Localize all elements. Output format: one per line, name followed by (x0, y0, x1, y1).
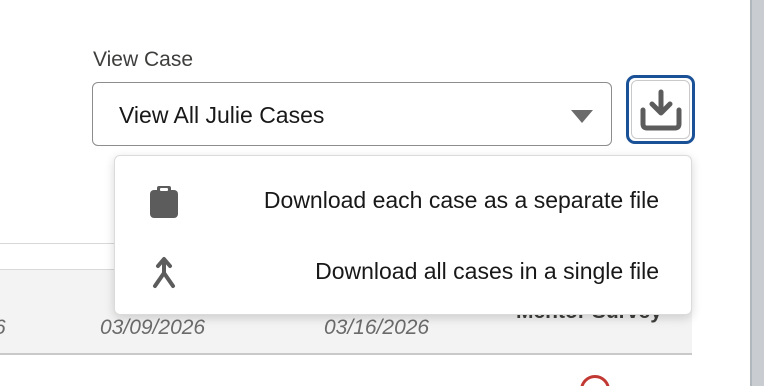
clipboard-icon (150, 186, 178, 218)
view-case-label: View Case (93, 48, 193, 71)
menu-item-label: Download each case as a separate file (263, 187, 659, 213)
table-header-date: 03/16/2026 (324, 316, 430, 339)
blocked-icon (580, 375, 610, 386)
scrollbar-track[interactable] (752, 0, 764, 386)
table-header-date: 6 (0, 316, 6, 340)
menu-item-label: Download all cases in a single file (315, 258, 659, 284)
view-case-selected-value: View All Julie Cases (119, 102, 325, 128)
menu-item-download-single[interactable]: Download all cases in a single file (115, 242, 691, 302)
chevron-down-icon (571, 110, 593, 123)
view-case-select[interactable]: View All Julie Cases (92, 82, 612, 146)
download-options-menu: Download each case as a separate file Do… (114, 155, 692, 315)
download-icon (640, 89, 682, 131)
download-button[interactable] (626, 75, 695, 144)
merge-icon (153, 257, 175, 288)
menu-item-download-separate[interactable]: Download each case as a separate file (115, 171, 691, 231)
table-header-date: 03/09/2026 (100, 316, 206, 339)
